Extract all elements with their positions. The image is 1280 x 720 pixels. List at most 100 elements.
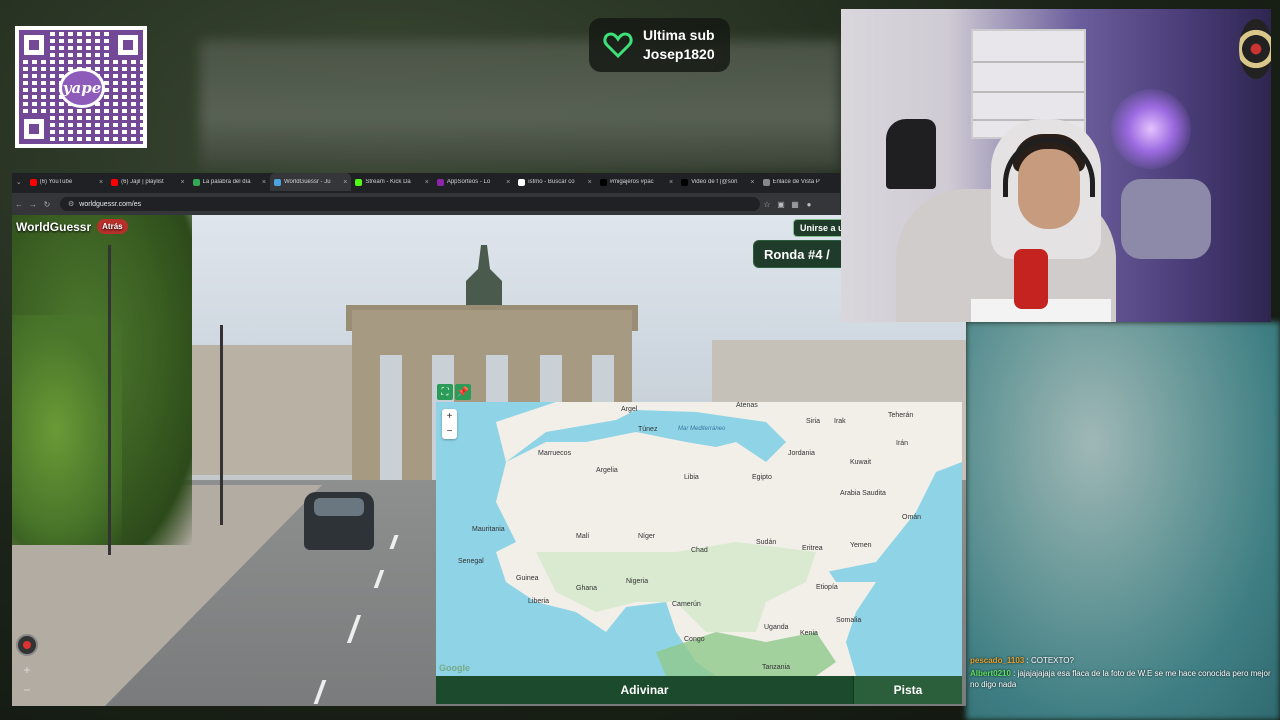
map-zoom-in-icon[interactable]: + <box>442 409 457 424</box>
microphone <box>1014 249 1048 309</box>
tab-close-icon[interactable]: × <box>750 179 754 186</box>
round-indicator: Ronda #4 / <box>753 240 852 268</box>
calendar-icon[interactable]: ▦ <box>788 200 802 209</box>
url-field[interactable]: ⚙ worldguessr.com/es <box>60 197 760 211</box>
chat-username[interactable]: Albert0210 <box>970 669 1011 678</box>
tab-label: WorldGuessr - Ju <box>283 179 331 185</box>
map-label-country: Libia <box>684 474 699 481</box>
street-lamp <box>108 245 111 555</box>
heart-icon <box>603 32 633 59</box>
map-label-country: Liberia <box>528 598 550 605</box>
tab-label: Enlace de Vista P <box>772 179 820 185</box>
map-label-country: Camerún <box>672 601 701 608</box>
compass-icon[interactable] <box>16 634 38 656</box>
guess-map[interactable]: Senegal Mauritania Marruecos Argelia Lib… <box>436 402 962 676</box>
tab-search-icon[interactable]: ⌄ <box>12 178 26 186</box>
stream-layout: yape Ultima sub Josep1820 ⌄ (6) YouTube ×… <box>0 0 1280 720</box>
hint-button[interactable]: Pista <box>854 676 962 704</box>
sub-alert-title: Ultima sub <box>643 27 715 43</box>
gate-passage <box>380 355 402 480</box>
browser-tab[interactable]: istmo - Buscar co × <box>514 173 595 191</box>
stream-chat: pescado_1103 : COTEXTO? Albert0210 : jaja… <box>970 655 1275 692</box>
bookmark-star-icon[interactable]: ☆ <box>760 200 774 209</box>
chat-separator: : <box>1024 656 1031 665</box>
map-label-country: Kenia <box>800 630 818 637</box>
tab-label: Stream - Kick Da <box>365 179 411 185</box>
browser-tab[interactable]: La palabra del día × <box>189 173 270 191</box>
webcam-feed <box>841 9 1271 322</box>
map-label-country: Siria <box>806 418 821 425</box>
tab-close-icon[interactable]: × <box>262 179 266 186</box>
map-label-city: Teherán <box>888 412 914 419</box>
yape-logo: yape <box>59 68 105 108</box>
back-button[interactable]: Atrás <box>97 219 128 234</box>
map-label-country: Mauritania <box>472 526 505 533</box>
building-left <box>162 345 362 475</box>
forward-arrow-icon[interactable]: → <box>26 200 40 209</box>
quadriga-statue <box>466 245 502 305</box>
chat-text: COTEXTO? <box>1030 656 1074 665</box>
browser-tab[interactable]: Stream - Kick Da × <box>351 173 432 191</box>
tab-label: Video de f (@son <box>691 179 738 185</box>
reload-icon[interactable]: ↻ <box>40 200 54 209</box>
browser-tab[interactable]: (6) YouTube × <box>26 173 107 191</box>
map-label-country: Nigeria <box>626 578 649 585</box>
browser-tab[interactable]: AppSorteos - Lo × <box>433 173 514 191</box>
car <box>304 492 374 550</box>
profile-icon[interactable]: ● <box>802 200 816 209</box>
site-info-icon[interactable]: ⚙ <box>68 200 74 208</box>
map-label-country: Omán <box>902 514 922 521</box>
tab-favicon-icon <box>681 178 689 186</box>
map-label-country: Argelia <box>596 467 618 474</box>
map-label-city: Atenas <box>736 402 758 409</box>
chair <box>886 119 936 189</box>
tab-close-icon[interactable]: × <box>99 179 103 186</box>
street-lamp <box>220 325 223 525</box>
map-label-country: Senegal <box>458 558 484 565</box>
sub-alert-name: Josep1820 <box>643 46 715 62</box>
tab-favicon-icon <box>29 178 37 186</box>
map-label-country: Tanzania <box>762 664 791 671</box>
map-label-country: Chad <box>691 547 708 554</box>
pin-map-icon[interactable]: 📌 <box>455 384 471 400</box>
tab-close-icon[interactable]: × <box>669 179 673 186</box>
map-label-country: Kuwait <box>850 459 872 466</box>
map-label-country: Túnez <box>638 426 658 433</box>
tab-favicon-icon <box>192 178 200 186</box>
map-label-country: Egipto <box>752 474 772 481</box>
yape-qr-code: yape <box>15 26 147 148</box>
zoom-out-icon[interactable]: − <box>18 681 36 699</box>
map-label-country: Níger <box>638 533 656 540</box>
dartboard <box>1239 19 1271 79</box>
map-zoom-out-icon[interactable]: − <box>442 424 457 439</box>
tab-close-icon[interactable]: × <box>588 179 592 186</box>
map-label-country: Arabia Saudita <box>840 490 886 497</box>
browser-tab[interactable]: #migajeros #pac × <box>596 173 677 191</box>
browser-tab[interactable]: Video de f (@son × <box>677 173 758 191</box>
back-arrow-icon[interactable]: ← <box>12 200 26 209</box>
map-label-city: Argel <box>621 406 638 413</box>
chat-separator: : <box>1010 669 1018 678</box>
worldguessr-logo: WorldGuessr <box>16 219 92 234</box>
trees-left-front <box>12 315 122 545</box>
map-label-country: Irak <box>834 418 846 425</box>
browser-tab[interactable]: Enlace de Vista P <box>759 173 840 191</box>
guess-button[interactable]: Adivinar <box>436 676 854 704</box>
tab-favicon-icon <box>273 178 281 186</box>
tab-favicon-icon <box>762 178 770 186</box>
browser-tab[interactable]: WorldGuessr - Ju × <box>269 173 352 191</box>
tab-label: #migajeros #pac <box>609 179 654 185</box>
browser-tab[interactable]: (6) Jajil | playlist × <box>107 173 188 191</box>
browser-window-chrome: ⌄ (6) YouTube × (6) Jajil | playlist × La pa… <box>12 173 840 215</box>
extension-icon[interactable]: ▣ <box>774 200 788 209</box>
tab-close-icon[interactable]: × <box>343 179 347 186</box>
tab-strip: ⌄ (6) YouTube × (6) Jajil | playlist × La pa… <box>12 173 840 191</box>
map-zoom-control: + − <box>442 409 457 439</box>
chat-username[interactable]: pescado_1103 <box>970 656 1024 665</box>
tab-favicon-icon <box>518 178 526 186</box>
zoom-in-icon[interactable]: + <box>18 661 36 679</box>
tab-close-icon[interactable]: × <box>506 179 510 186</box>
expand-map-icon[interactable]: ⛶ <box>437 384 453 400</box>
tab-close-icon[interactable]: × <box>425 179 429 186</box>
tab-close-icon[interactable]: × <box>180 179 184 186</box>
